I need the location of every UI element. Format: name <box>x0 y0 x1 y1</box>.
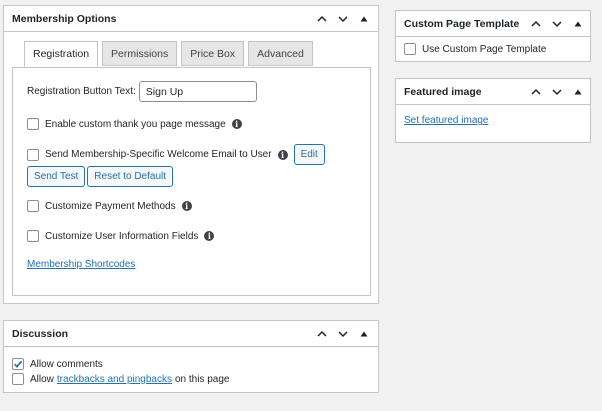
featured-image-header[interactable]: Featured image <box>396 79 590 105</box>
allow-prefix-label: Allow <box>30 373 54 385</box>
set-featured-row: Set featured image <box>404 115 489 126</box>
registration-button-row: Registration Button Text: Sign Up <box>27 81 257 102</box>
send-test-button[interactable]: Send Test <box>27 166 86 187</box>
trackbacks-link[interactable]: trackbacks and pingbacks <box>57 374 172 385</box>
tab-price-box[interactable]: Price Box <box>181 41 245 66</box>
info-icon[interactable]: i <box>231 119 242 129</box>
membership-options-title: Membership Options <box>12 12 117 25</box>
move-up-button[interactable] <box>313 326 330 343</box>
discussion-title: Discussion <box>12 327 69 340</box>
allow-comments-checkbox[interactable] <box>12 358 24 370</box>
checkmark-icon <box>13 360 23 368</box>
toggle-panel-button[interactable] <box>569 84 586 101</box>
triangle-up-icon <box>360 16 367 22</box>
custom-thank-you-label: Enable custom thank you page message <box>45 118 226 130</box>
tab-advanced[interactable]: Advanced <box>248 41 313 66</box>
chevron-up-icon <box>316 330 327 337</box>
payment-methods-label: Customize Payment Methods <box>45 200 176 212</box>
move-up-button[interactable] <box>527 16 544 33</box>
reset-default-button[interactable]: Reset to Default <box>87 166 174 187</box>
custom-thank-you-row: Enable custom thank you page message i <box>27 118 242 130</box>
info-icon[interactable]: i <box>181 201 192 211</box>
triangle-up-icon <box>360 331 367 337</box>
chevron-up-icon <box>530 20 541 27</box>
move-down-button[interactable] <box>334 326 351 343</box>
triangle-up-icon <box>574 21 581 27</box>
allow-comments-label: Allow comments <box>30 358 103 370</box>
tab-permissions[interactable]: Permissions <box>102 41 178 66</box>
move-down-button[interactable] <box>548 16 565 33</box>
use-template-checkbox[interactable] <box>404 43 416 55</box>
chevron-down-icon <box>551 21 562 28</box>
toggle-panel-button[interactable] <box>355 11 372 28</box>
custom-page-template-header[interactable]: Custom Page Template <box>396 11 590 37</box>
user-info-fields-checkbox[interactable] <box>27 230 39 242</box>
registration-button-label: Registration Button Text: <box>27 86 136 97</box>
chevron-up-icon <box>530 88 541 95</box>
move-down-button[interactable] <box>334 11 351 28</box>
welcome-email-checkbox[interactable] <box>27 148 39 161</box>
welcome-email-label: Send Membership-Specific Welcome Email t… <box>45 149 272 160</box>
allow-comments-row: Allow comments <box>12 358 103 370</box>
use-template-row: Use Custom Page Template <box>404 43 546 55</box>
chevron-down-icon <box>337 16 348 23</box>
info-icon[interactable]: i <box>204 231 215 241</box>
custom-page-template-title: Custom Page Template <box>404 17 520 30</box>
email-buttons-row: Send Test Reset to Default <box>27 166 174 187</box>
featured-image-box: Featured image Set featured image <box>395 78 591 143</box>
set-featured-image-link[interactable]: Set featured image <box>404 115 489 126</box>
move-up-button[interactable] <box>527 84 544 101</box>
allow-suffix-label: on this page <box>174 373 230 385</box>
user-info-fields-label: Customize User Information Fields <box>45 230 199 242</box>
membership-options-header[interactable]: Membership Options <box>4 6 378 32</box>
custom-thank-you-checkbox[interactable] <box>27 118 39 130</box>
info-icon[interactable]: i <box>277 149 288 160</box>
toggle-panel-button[interactable] <box>569 16 586 33</box>
use-template-label: Use Custom Page Template <box>422 43 547 55</box>
allow-trackbacks-row: Allow trackbacks and pingbacks on this p… <box>12 373 229 385</box>
payment-methods-checkbox[interactable] <box>27 200 39 212</box>
move-up-button[interactable] <box>313 11 330 28</box>
tab-registration[interactable]: Registration <box>24 41 99 67</box>
custom-page-template-box: Custom Page Template Use Custom Page Tem… <box>395 10 591 62</box>
chevron-up-icon <box>316 15 327 22</box>
membership-tabs: Registration Permissions Price Box Advan… <box>24 41 313 67</box>
featured-image-title: Featured image <box>404 85 482 98</box>
edit-button[interactable]: Edit <box>293 144 325 165</box>
discussion-box: Discussion Allow comments Allow trackbac… <box>3 320 379 393</box>
allow-trackbacks-checkbox[interactable] <box>12 373 24 385</box>
payment-methods-row: Customize Payment Methods i <box>27 200 192 212</box>
move-down-button[interactable] <box>548 84 565 101</box>
discussion-header[interactable]: Discussion <box>4 321 378 347</box>
membership-shortcodes-link[interactable]: Membership Shortcodes <box>27 259 135 270</box>
triangle-up-icon <box>574 89 581 95</box>
registration-button-input[interactable]: Sign Up <box>138 81 257 102</box>
membership-options-box: Membership Options Registration Permissi… <box>3 5 379 304</box>
registration-panel: Registration Button Text: Sign Up Enable… <box>12 67 371 296</box>
chevron-down-icon <box>551 89 562 96</box>
chevron-down-icon <box>337 331 348 338</box>
shortcodes-row: Membership Shortcodes <box>27 259 135 270</box>
welcome-email-row: Send Membership-Specific Welcome Email t… <box>27 144 325 165</box>
toggle-panel-button[interactable] <box>355 326 372 343</box>
user-info-fields-row: Customize User Information Fields i <box>27 230 215 242</box>
